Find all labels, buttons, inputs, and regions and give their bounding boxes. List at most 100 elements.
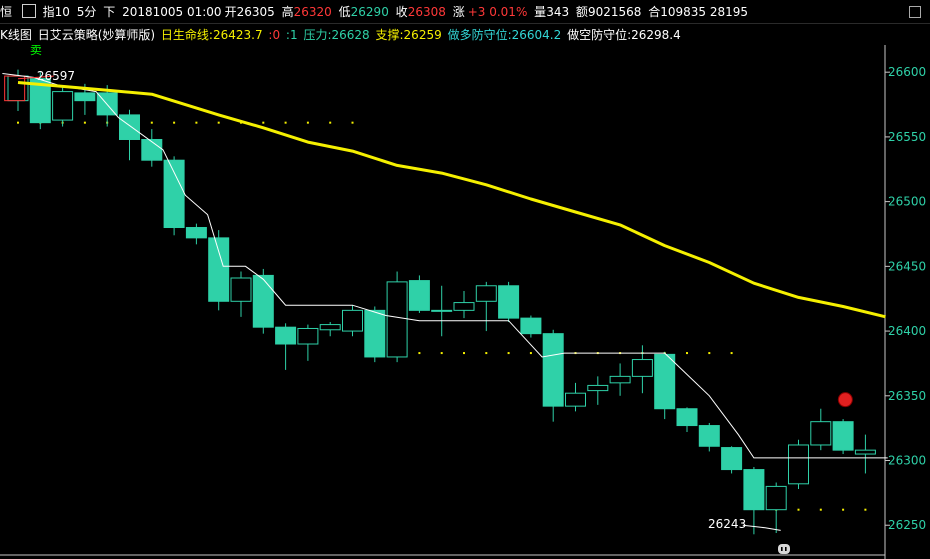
change-label: 涨 (452, 5, 465, 19)
candle-body (408, 280, 430, 311)
oi-value: 109835 28195 (660, 5, 749, 19)
candle-body (743, 469, 765, 511)
candle-body (52, 91, 74, 121)
candle-body (297, 327, 319, 345)
life-line-value: 26423.7 (212, 28, 263, 42)
signal-dot (17, 121, 19, 124)
high-label: 高 (281, 5, 294, 19)
signal-dot (485, 352, 488, 355)
y-tick-label: 26600 (888, 65, 926, 79)
candle-body (252, 274, 274, 328)
candle-body (765, 485, 787, 511)
candle-body (854, 449, 876, 455)
candle-body (654, 353, 676, 410)
direction-label[interactable]: 下 (103, 5, 115, 19)
amount-label: 额 (575, 5, 588, 19)
open-value: 26305 (236, 5, 275, 19)
signal-dot (819, 508, 822, 511)
close-label: 收 (395, 5, 408, 19)
low-label: 低 (338, 5, 351, 19)
candle-body (721, 447, 743, 471)
support-value: 26259 (403, 28, 442, 42)
signal-dot (708, 352, 711, 355)
candle-body (230, 277, 252, 302)
signal-dot (217, 121, 220, 124)
support-label: 支撑: (375, 28, 404, 42)
candle-body (342, 309, 363, 332)
candlesticks (4, 69, 876, 535)
y-tick-label: 26500 (888, 195, 926, 209)
price-label: 26243 (708, 517, 746, 531)
y-tick-label: 26400 (888, 324, 926, 338)
sell-signal-label: 卖 (30, 45, 42, 57)
candle-body (520, 317, 542, 335)
window-square-icon[interactable] (21, 4, 36, 18)
symbol-name[interactable]: 指10 (43, 5, 70, 19)
y-tick-label: 26550 (888, 130, 926, 144)
signal-dot (730, 352, 733, 355)
quote-header: 恒 指10 5分 下 20181005 01:00 开26305 高26320 低… (0, 0, 930, 24)
signal-dot (463, 352, 465, 355)
y-tick-label: 26250 (888, 518, 926, 532)
oi-label: 合 (648, 5, 661, 19)
pressure-label: 压力: (303, 28, 332, 42)
y-tick-label: 26300 (888, 454, 926, 468)
candle-body (475, 285, 497, 302)
period-label[interactable]: 5分 (77, 5, 97, 19)
candle-body (810, 421, 832, 446)
life-line-label: 日生命线: (160, 28, 213, 42)
signal-dot (418, 352, 421, 355)
candle-body (788, 444, 809, 485)
volume-label: 量 (534, 5, 547, 19)
candle-body (453, 302, 475, 311)
red-marker[interactable] (837, 392, 853, 408)
kline-chart[interactable]: 26250 26300 26350 26400 26450 26500 26550 26600… (0, 45, 930, 559)
candle-body (185, 227, 207, 239)
chart-type-label[interactable]: K线图 (0, 28, 32, 42)
candle-body (498, 285, 520, 319)
signal-dot (842, 508, 845, 511)
long-defense-value: 26604.2 (511, 28, 562, 42)
candle-body (698, 425, 720, 447)
scroll-handle-icon[interactable] (778, 544, 790, 554)
signal-dot (529, 352, 532, 355)
candle-body (119, 114, 140, 140)
candle-body (364, 309, 386, 358)
candle-body (676, 408, 698, 427)
low-trace-line (742, 524, 781, 531)
signal-dot (195, 121, 198, 124)
candle-body (631, 359, 653, 377)
signal-dot (329, 121, 332, 124)
candle-body (587, 384, 609, 392)
candle-body (275, 326, 297, 345)
close-value: 26308 (407, 5, 446, 19)
y-tick-label: 26450 (888, 259, 926, 273)
signal-dot (173, 121, 176, 124)
high-value: 26320 (293, 5, 332, 19)
signal-dot (284, 121, 287, 124)
window-box-icon[interactable] (909, 6, 921, 18)
short-defense-value: 26298.4 (631, 28, 681, 42)
candle-body (609, 375, 631, 384)
open-label: 开 (224, 5, 237, 19)
volume-value: 343 (546, 5, 570, 19)
y-tick-label: 26350 (888, 389, 926, 403)
tab-label[interactable]: 恒 (0, 5, 12, 19)
low-value: 26290 (350, 5, 389, 19)
candle-body (542, 333, 564, 407)
strategy-name[interactable]: 日艾云策略(妙算师版) (38, 28, 155, 42)
signal-dot (262, 121, 265, 124)
pressure-value: 26628 (331, 28, 370, 42)
signal-dot (507, 352, 510, 355)
short-defense-label: 做空防守位: (567, 28, 632, 42)
candle-body (141, 138, 163, 161)
signal-dot (306, 121, 309, 124)
extra-value-2: :1 (285, 28, 298, 42)
candle-body (832, 421, 854, 451)
candle-body (74, 92, 96, 102)
indicator-bar: K线图 日艾云策略(妙算师版) 日生命线:26423.7 :0 :1 压力:26… (0, 25, 930, 45)
candle-body (386, 281, 408, 358)
life-line-curve (17, 81, 886, 319)
signal-dot (686, 352, 688, 355)
amount-value: 9021568 (587, 5, 642, 19)
